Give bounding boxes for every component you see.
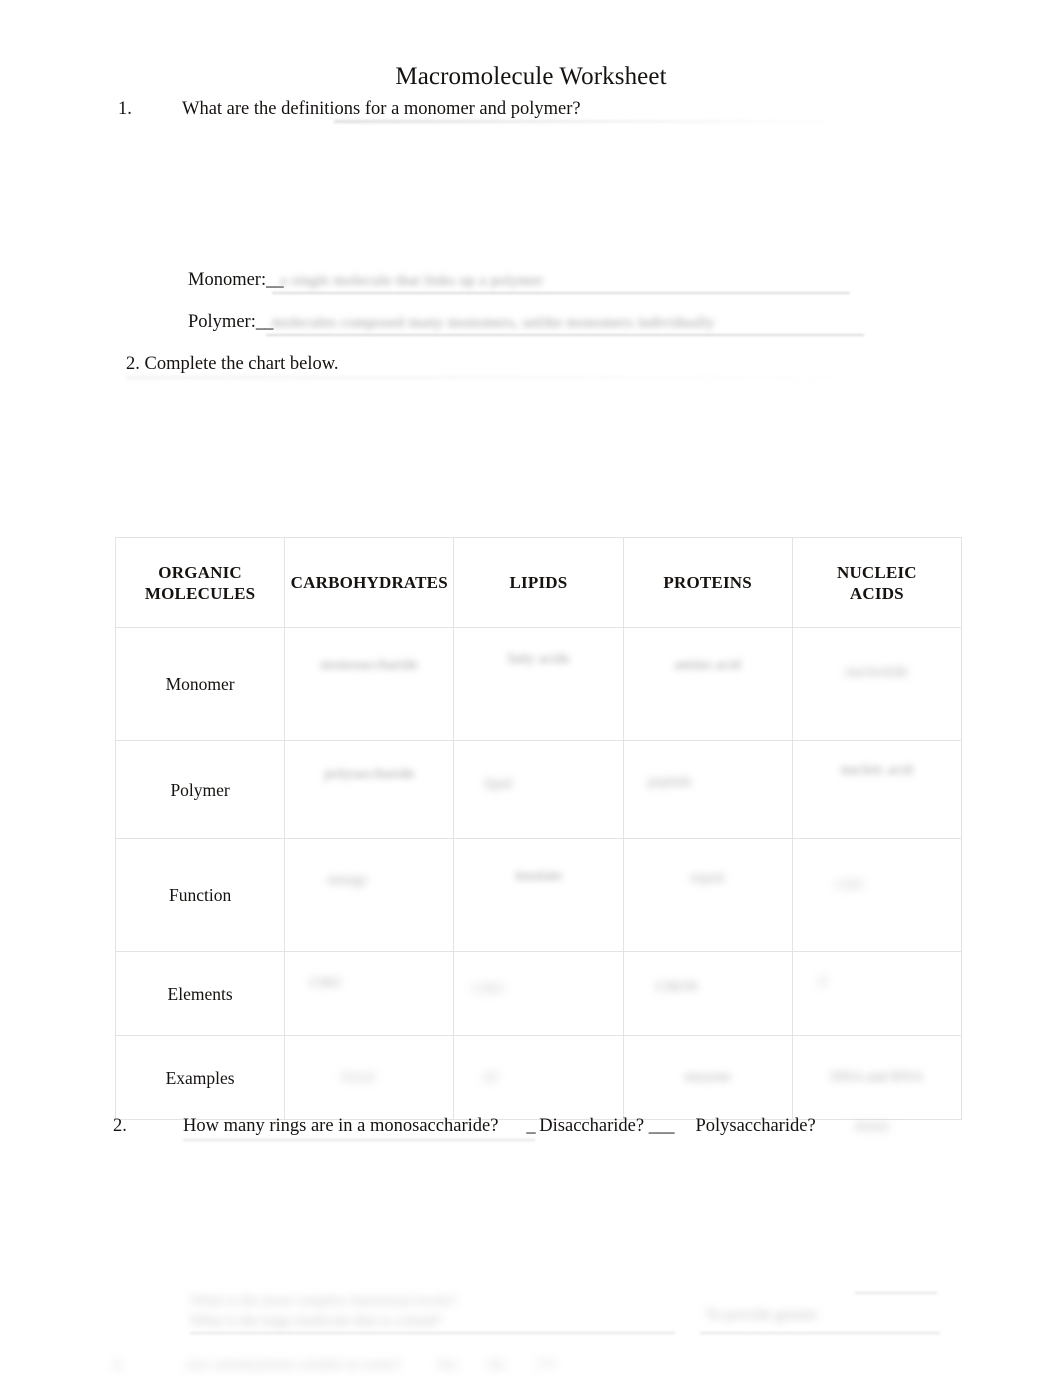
worksheet-page: Macromolecule Worksheet 1. What are the d… xyxy=(0,0,1062,1377)
cell-monomer-nucleic-acids[interactable]: nucleotide xyxy=(791,627,963,741)
row-label-function: Function xyxy=(114,838,286,952)
table-header-proteins: PROTEINS xyxy=(622,537,793,628)
polymer-definition-line: Polymer:__ xyxy=(188,310,273,334)
bottom-question-4-text: Are carbohydrates soluble in water? xyxy=(185,1357,402,1373)
question-3-polysaccharide-answer: many xyxy=(855,1118,890,1134)
question-3-polysaccharide-text: Polysaccharide? xyxy=(695,1116,816,1136)
cell-answer: peptide xyxy=(647,774,692,790)
cell-answer: nucleic acid xyxy=(840,762,913,778)
question-3-monosaccharide-text: How many rings are in a monosaccharide? xyxy=(183,1116,499,1136)
table-header-lipids: LIPIDS xyxy=(453,537,624,628)
monomer-label: Monomer: xyxy=(188,270,267,290)
cell-examples-carbohydrates[interactable]: bread xyxy=(284,1035,455,1120)
question-3-blank-2[interactable]: ___ xyxy=(649,1116,675,1136)
table-row: Monomer monosaccharide fatty acids amino… xyxy=(114,627,963,741)
bottom-line-3: To provide genetic xyxy=(706,1307,819,1323)
cell-elements-nucleic-acids[interactable]: P xyxy=(791,951,963,1036)
cell-elements-proteins[interactable]: CHON xyxy=(622,951,793,1036)
table-header-row: ORGANIC MOLECULES CARBOHYDRATES LIPIDS P… xyxy=(114,537,963,628)
cell-examples-lipids[interactable]: oil xyxy=(453,1035,624,1120)
question-1-text: What are the definitions for a monomer a… xyxy=(182,99,581,119)
cell-answer: oil xyxy=(482,1069,499,1085)
cell-function-carbohydrates[interactable]: energy xyxy=(284,838,455,952)
bottom-underline-3 xyxy=(855,1292,937,1294)
question-3-number: 2. xyxy=(113,1116,127,1136)
page-title: Macromolecule Worksheet xyxy=(395,63,667,90)
cell-function-lipids[interactable]: insulate xyxy=(453,838,624,952)
question-1-underline xyxy=(334,120,849,123)
cell-answer: DNA and RNA xyxy=(830,1069,924,1085)
monomer-definition-line: Monomer:__ xyxy=(188,268,284,292)
table-header-organic-molecules: ORGANIC MOLECULES xyxy=(114,537,286,628)
cell-function-nucleic-acids[interactable]: code xyxy=(791,838,963,952)
bottom-underline-2 xyxy=(700,1332,940,1334)
cell-monomer-lipids[interactable]: fatty acids xyxy=(453,627,624,741)
row-label-examples: Examples xyxy=(114,1035,286,1120)
cell-answer: code xyxy=(834,876,864,892)
bottom-line-1: What is the most complex functional leve… xyxy=(190,1293,457,1309)
table-header-nucleic-line2: ACIDS xyxy=(849,583,904,603)
cell-polymer-carbohydrates[interactable]: polysaccharide xyxy=(284,740,455,839)
cell-elements-lipids[interactable]: CHO xyxy=(453,951,624,1036)
table-row: Elements CHO CHO CHON P xyxy=(114,951,963,1036)
table-header-nucleic-line1: NUCLEIC xyxy=(836,562,917,582)
cell-examples-proteins[interactable]: enzyme xyxy=(622,1035,793,1120)
polymer-answer-underline xyxy=(266,334,864,336)
polymer-blank-dash: __ xyxy=(255,312,273,332)
bottom-question-4-option-3[interactable]: ??? xyxy=(536,1357,556,1373)
cell-answer: monosaccharide xyxy=(320,657,419,673)
cell-answer: polysaccharide xyxy=(324,766,415,782)
bottom-underline-1 xyxy=(190,1332,675,1334)
cell-elements-carbohydrates[interactable]: CHO xyxy=(284,951,455,1036)
cell-answer: repair xyxy=(690,870,726,886)
polymer-label: Polymer: xyxy=(188,312,256,332)
row-label-polymer: Polymer xyxy=(114,740,286,839)
row-label-monomer: Monomer xyxy=(114,627,286,741)
row-label-elements: Elements xyxy=(114,951,286,1036)
question-3-disaccharide-text: Disaccharide? xyxy=(539,1116,645,1136)
question-1: 1. What are the definitions for a monomer… xyxy=(118,97,918,121)
question-3: 2. How many rings are in a monosaccharide… xyxy=(113,1114,816,1138)
table-row: Examples bread oil enzyme DNA and RNA xyxy=(114,1035,963,1120)
table-header-organic-line1: ORGANIC xyxy=(158,562,242,582)
cell-answer: CHO xyxy=(309,975,341,991)
bottom-question-4-option-1[interactable]: Yes xyxy=(436,1357,458,1373)
table-header-carbohydrates: CARBOHYDRATES xyxy=(284,537,455,628)
table-row: Polymer polysaccharide lipid peptide nuc… xyxy=(114,740,963,839)
cell-examples-nucleic-acids[interactable]: DNA and RNA xyxy=(791,1035,963,1120)
question-3-underline xyxy=(183,1139,535,1141)
bottom-question-4: 4. Are carbohydrates soluble in water? Yes… xyxy=(113,1356,673,1375)
cell-answer: amino acid xyxy=(674,657,741,673)
cell-monomer-proteins[interactable]: amino acid xyxy=(622,627,793,741)
cell-answer: insulate xyxy=(515,868,562,884)
table-row: Function energy insulate repair code xyxy=(114,838,963,952)
question-2-underline xyxy=(126,376,916,379)
question-2-text: 2. Complete the chart below. xyxy=(126,354,339,374)
monomer-answer-text: a single molecule that links up a polyme… xyxy=(280,273,544,289)
bottom-line-2: What is the large molecule that is a bon… xyxy=(190,1313,442,1329)
cell-answer: fatty acids xyxy=(507,651,570,667)
polymer-answer-text: molecules composed many monomers, unlike… xyxy=(272,315,715,331)
bottom-question-4-number: 4. xyxy=(113,1357,125,1373)
cell-answer: nucleotide xyxy=(845,664,909,680)
cell-function-proteins[interactable]: repair xyxy=(622,838,793,952)
table-header-nucleic-acids: NUCLEIC ACIDS xyxy=(791,537,963,628)
question-1-number: 1. xyxy=(118,99,132,119)
monomer-answer-underline xyxy=(272,292,850,294)
cell-polymer-nucleic-acids[interactable]: nucleic acid xyxy=(791,740,963,839)
cell-answer: P xyxy=(818,975,828,991)
cell-polymer-proteins[interactable]: peptide xyxy=(622,740,793,839)
cell-answer: enzyme xyxy=(684,1069,731,1085)
cell-polymer-lipids[interactable]: lipid xyxy=(453,740,624,839)
table-header-organic-line2: MOLECULES xyxy=(144,583,256,603)
cell-answer: CHO xyxy=(472,981,505,997)
bottom-question-4-option-2[interactable]: No xyxy=(487,1357,505,1373)
question-3-blank-1[interactable]: _ xyxy=(526,1116,535,1136)
cell-monomer-carbohydrates[interactable]: monosaccharide xyxy=(284,627,455,741)
macromolecule-chart-table: ORGANIC MOLECULES CARBOHYDRATES LIPIDS P… xyxy=(114,537,963,1120)
